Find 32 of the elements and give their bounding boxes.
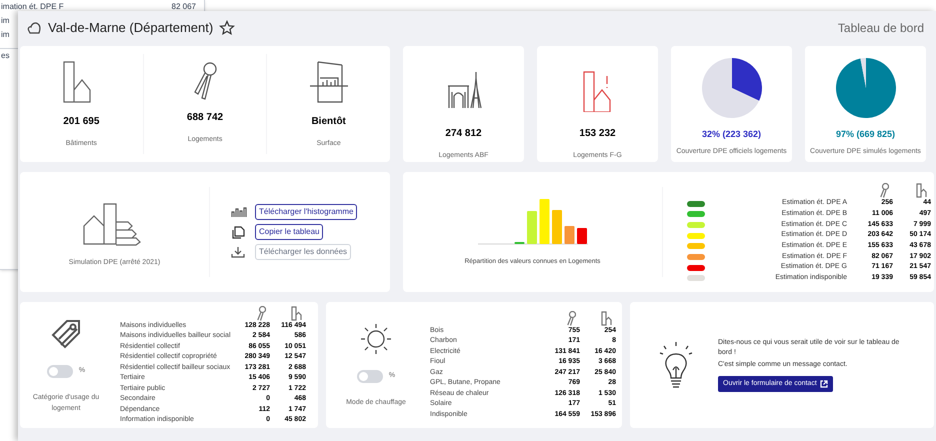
bar-chart-icon [230, 205, 247, 219]
copy-icon [230, 225, 247, 239]
keys-icon [257, 306, 266, 320]
page-title: Val-de-Marne (Département) [48, 19, 214, 38]
table-cell: im [1, 15, 10, 27]
external-link-icon [820, 380, 828, 388]
action-button[interactable]: Télécharger l'histogramme [255, 204, 358, 220]
stat-value: 153 232 [579, 127, 616, 141]
keys-icon [194, 62, 216, 100]
sun-icon [359, 322, 393, 356]
dashboard-label: Tableau de bord [838, 20, 924, 37]
action-button[interactable]: Copier le tableau [255, 224, 324, 240]
toggle-switch[interactable] [356, 370, 383, 383]
stat-value: Bientôt [311, 115, 346, 130]
toggle-switch[interactable] [46, 364, 73, 378]
stat-value: 688 742 [186, 111, 224, 126]
keys-icon [880, 183, 889, 198]
star-icon[interactable] [219, 20, 236, 36]
keys-icon [567, 310, 576, 326]
table-cell: es [1, 50, 10, 62]
building-house-icon [916, 183, 927, 198]
coverage-value: 97% (669 825) [836, 128, 896, 141]
building-house-icon [601, 310, 612, 326]
table-cell: 82 067 [172, 1, 196, 13]
building-house-icon [291, 306, 302, 320]
table-cell: imation ét. DPE F [1, 1, 64, 13]
coverage-value: 32% (223 362) [702, 128, 762, 141]
stat-value: 274 812 [445, 127, 482, 141]
map-outline-icon [26, 21, 42, 35]
download-icon [230, 245, 247, 259]
table-cell: im [1, 29, 10, 41]
stat-value: 201 695 [63, 115, 100, 130]
